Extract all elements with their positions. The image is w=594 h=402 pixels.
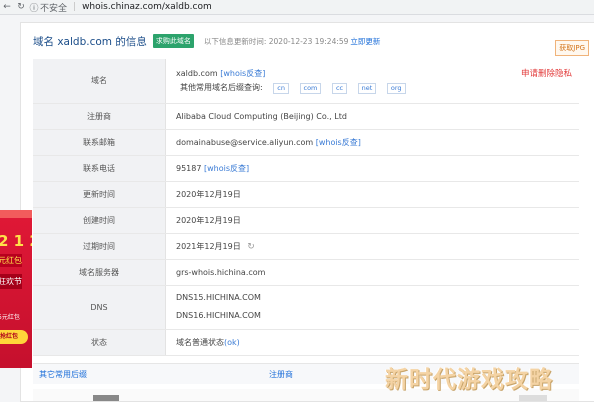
ad-line-3: 5元红包	[0, 314, 20, 321]
strip-badge	[93, 395, 119, 401]
suffix-cc-link[interactable]: cc	[331, 82, 348, 94]
browser-toolbar: ← ↻ ⓘ 不安全 | whois.chinaz.com/xaldb.com	[0, 0, 594, 15]
table-row: 过期时间 2021年12月19日 ↻	[33, 233, 579, 260]
email-whois-reverse-link[interactable]: [whois反查]	[316, 138, 361, 147]
table-row: 域名服务器 grs-whois.hichina.com	[33, 259, 579, 286]
row-label: 状态	[33, 329, 166, 356]
suffix-com-link[interactable]: com	[299, 82, 322, 94]
row-label: 更新时间	[33, 181, 166, 208]
updated-date-value: 2020年12月19日	[165, 181, 579, 208]
phone-value: 95187	[176, 163, 202, 173]
remove-privacy-link[interactable]: 申请删除隐私	[521, 67, 572, 81]
ad-number: 2 1 2	[0, 232, 32, 250]
refresh-icon[interactable]: ↻	[247, 242, 255, 252]
phone-whois-reverse-link[interactable]: [whois反查]	[204, 164, 249, 173]
status-value: 域名普通状态	[176, 337, 224, 347]
back-arrow-icon[interactable]: ←	[0, 2, 14, 12]
status-ok-link[interactable]: (ok)	[224, 338, 240, 347]
whois-server-value: grs-whois.hichina.com	[165, 259, 579, 286]
ad-line-1: 元红包	[0, 254, 22, 267]
url-separator: |	[73, 2, 77, 12]
reload-icon[interactable]: ↻	[14, 2, 28, 12]
row-label: 域名服务器	[33, 259, 166, 286]
created-date-value: 2020年12月19日	[165, 207, 579, 234]
suffix-query-label: 其他常用域名后缀查询:	[180, 82, 263, 92]
info-warning-icon[interactable]: ⓘ	[28, 1, 40, 14]
ad-grab-button[interactable]: 抢红包	[0, 330, 28, 344]
suffix-net-link[interactable]: net	[357, 82, 377, 94]
suffix-cn-link[interactable]: cn	[273, 82, 289, 94]
side-ad-banner[interactable]: 2 1 2 元红包 狂欢节 5元红包 抢红包	[0, 210, 32, 368]
table-row: 注册商 Alibaba Cloud Computing (Beijing) Co…	[33, 103, 579, 130]
table-row: 联系电话 95187 [whois反查]	[33, 155, 579, 182]
buy-domain-button[interactable]: 求购此域名	[152, 34, 194, 48]
tab-other-suffixes[interactable]: 其它常用后缀	[39, 369, 87, 380]
dns-value-1: DNS15.HICHINA.COM	[176, 293, 261, 302]
page-title: 域名 xaldb.com 的信息	[33, 35, 147, 48]
ad-line-2: 狂欢节	[0, 274, 22, 289]
strip-badge-right	[519, 395, 547, 401]
row-label: 联系邮箱	[33, 129, 166, 156]
table-row: 联系邮箱 domainabuse@service.aliyun.com [who…	[33, 129, 579, 156]
get-jpg-button[interactable]: 获取JPG	[555, 40, 589, 56]
whois-info-panel: 域名 xaldb.com 的信息 求购此域名 以下信息更新时间: 2020-12…	[20, 22, 594, 402]
table-row: 创建时间 2020年12月19日	[33, 207, 579, 234]
update-now-link[interactable]: 立即更新	[350, 36, 380, 47]
domain-value: xaldb.com	[176, 68, 218, 78]
row-label: 域名	[33, 59, 166, 104]
suffix-org-link[interactable]: org	[386, 82, 406, 94]
info-header: 域名 xaldb.com 的信息 求购此域名 以下信息更新时间: 2020-12…	[21, 23, 581, 59]
whois-table: 域名 xaldb.com [whois反查] 申请删除隐私 其他常用域名后缀查询…	[33, 59, 579, 356]
row-label: DNS	[33, 285, 166, 330]
address-bar-url[interactable]: whois.chinaz.com/xaldb.com	[82, 2, 212, 12]
table-row: 更新时间 2020年12月19日	[33, 181, 579, 208]
tab-registrar[interactable]: 注册商	[269, 369, 293, 380]
registrar-value: Alibaba Cloud Computing (Beijing) Co., L…	[165, 103, 579, 130]
insecure-label: 不安全	[40, 3, 68, 14]
row-label: 注册商	[33, 103, 166, 130]
table-row: 状态 域名普通状态(ok)	[33, 329, 579, 356]
dns-value-2: DNS16.HICHINA.COM	[176, 311, 261, 320]
table-row: 域名 xaldb.com [whois反查] 申请删除隐私 其他常用域名后缀查询…	[33, 59, 579, 104]
expire-date-value: 2021年12月19日	[176, 241, 241, 251]
row-label: 过期时间	[33, 233, 166, 260]
row-label: 联系电话	[33, 155, 166, 182]
row-label: 创建时间	[33, 207, 166, 234]
whois-reverse-link[interactable]: [whois反查]	[220, 69, 265, 78]
email-value: domainabuse@service.aliyun.com	[176, 137, 314, 147]
update-time-text: 以下信息更新时间: 2020-12-23 19:24:59	[203, 36, 349, 46]
table-row: DNS DNS15.HICHINA.COM DNS16.HICHINA.COM	[33, 285, 579, 330]
ad-close-bar[interactable]	[0, 210, 32, 218]
watermark-text: 新时代游戏攻略	[385, 367, 553, 393]
